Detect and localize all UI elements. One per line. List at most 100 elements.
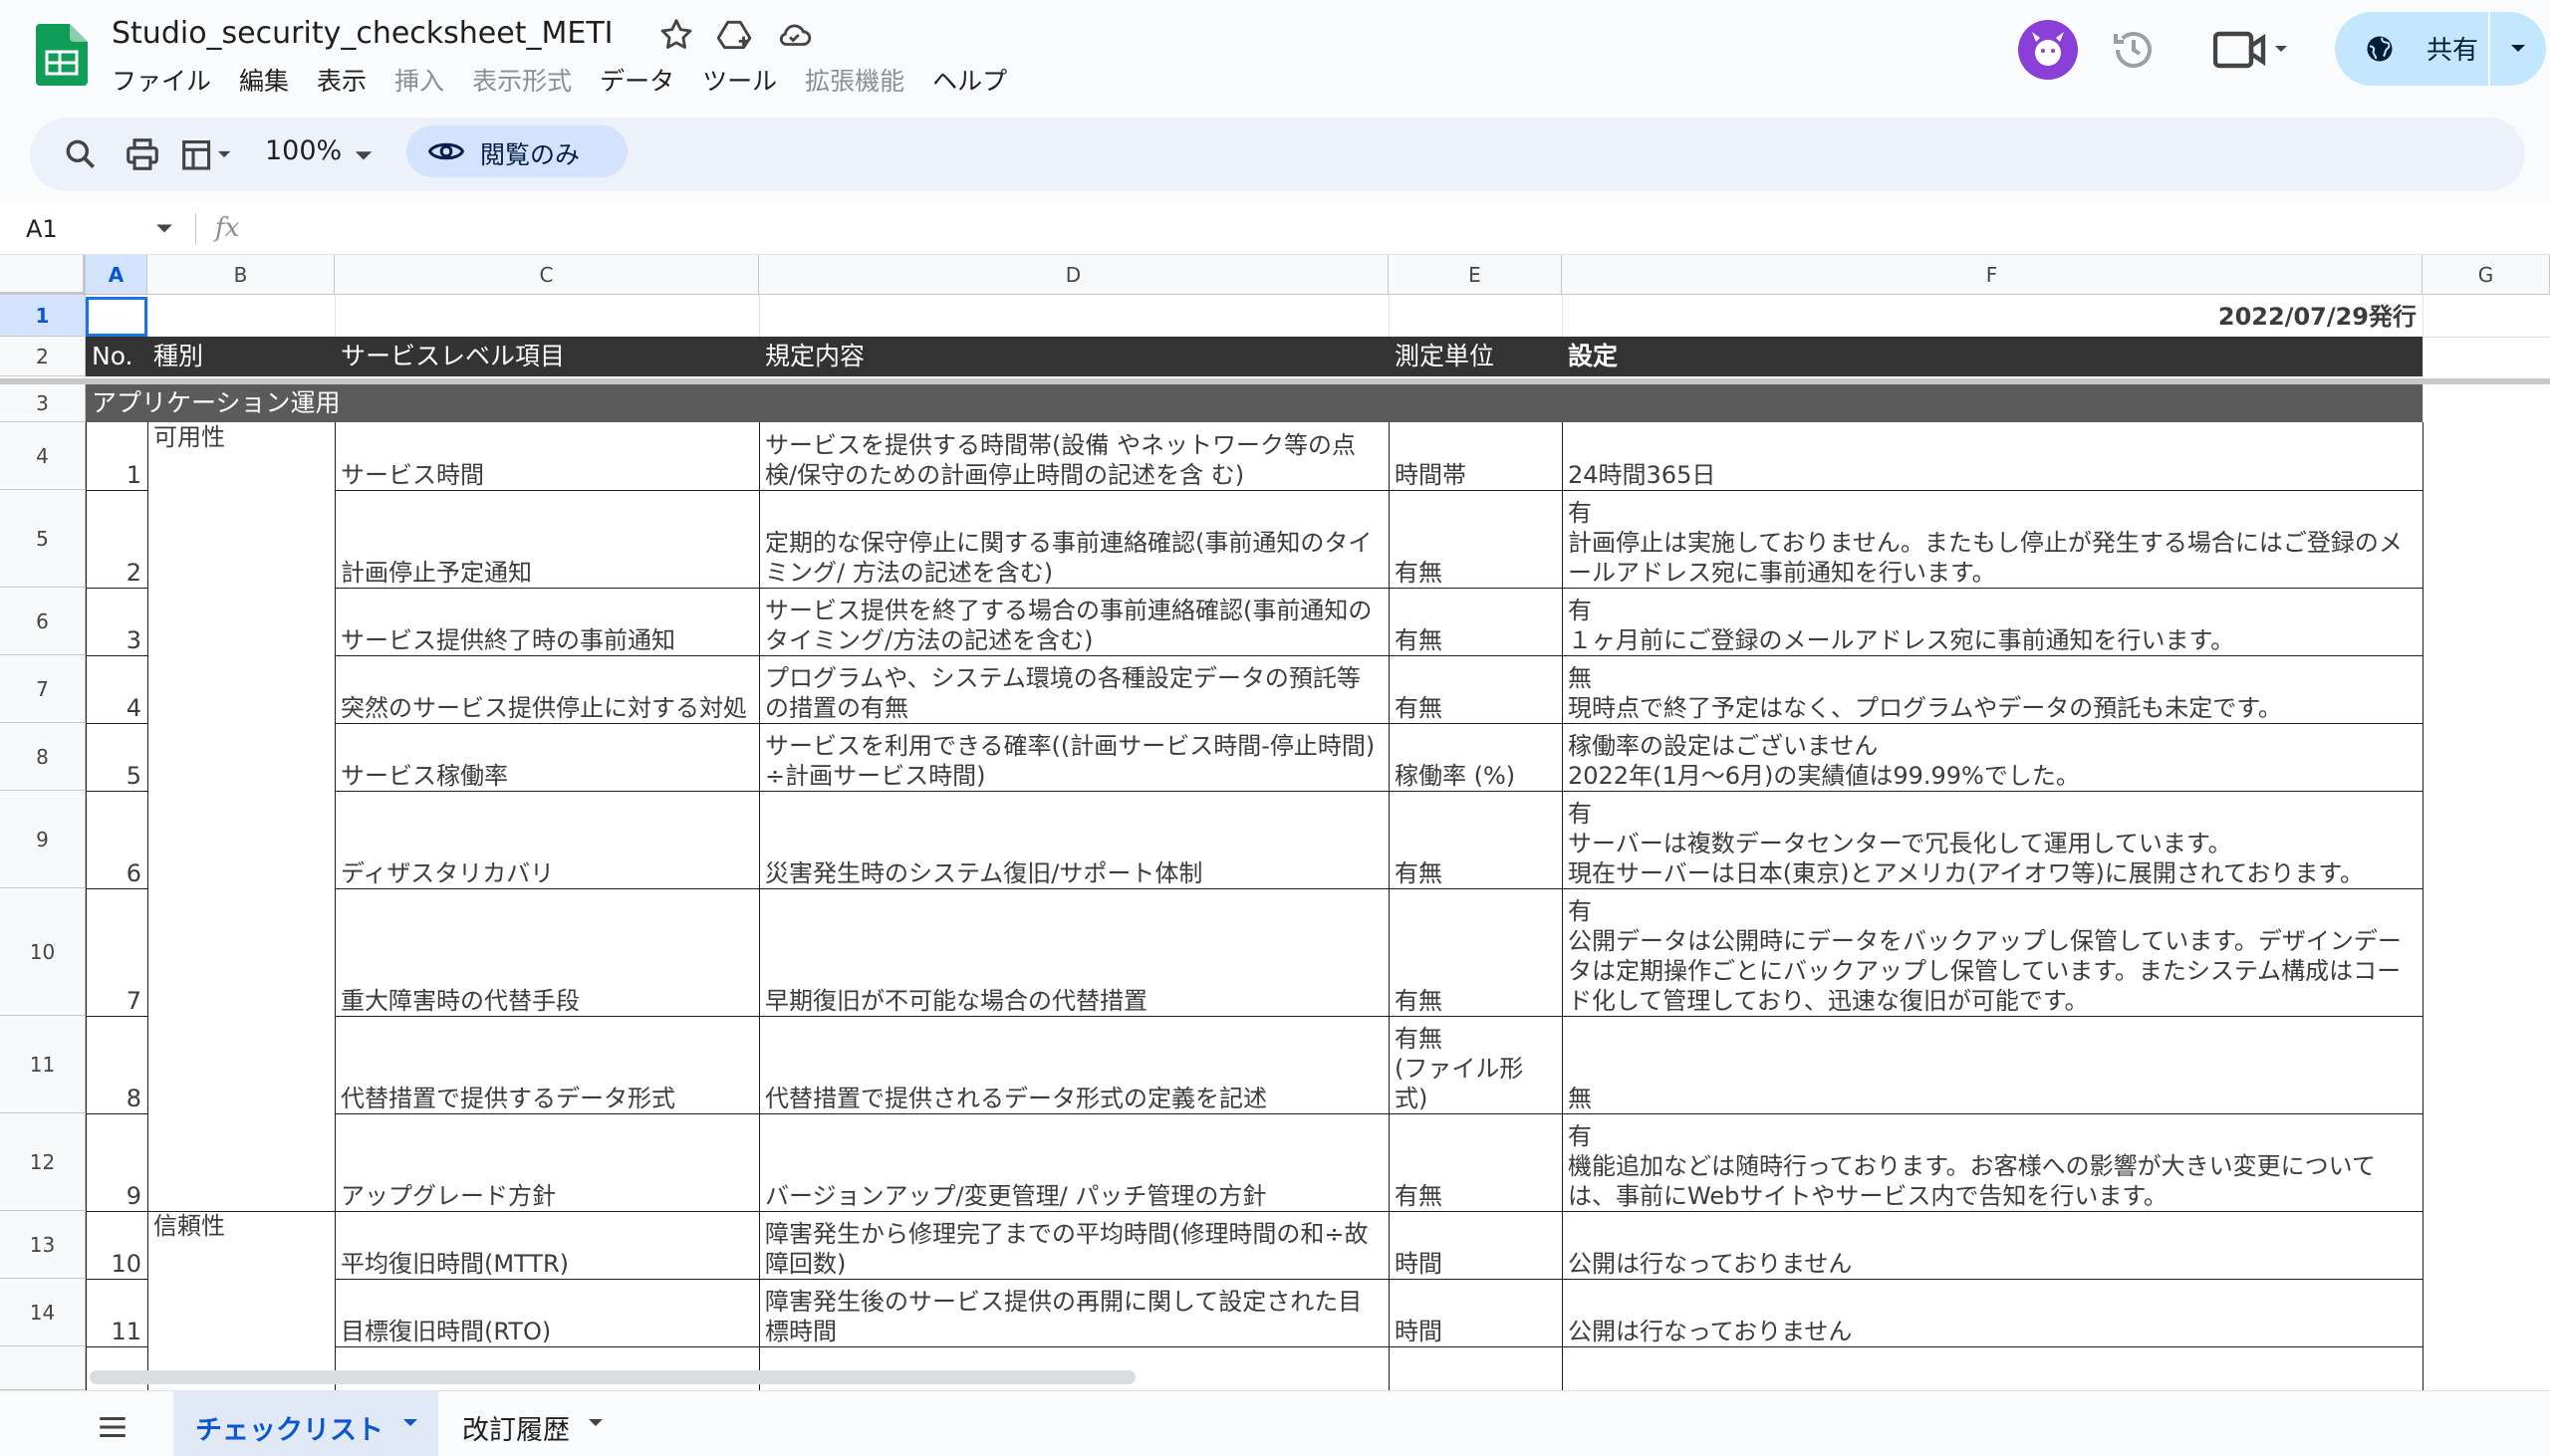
row-header-14[interactable]: 14 bbox=[0, 1279, 86, 1346]
row-header-6[interactable]: 6 bbox=[0, 588, 86, 655]
cell-desc[interactable]: 定期的な保守停止に関する事前連絡確認(事前通知のタイミング/ 方法の記述を含む) bbox=[759, 490, 1389, 588]
cell-setting[interactable]: 公開は行なっておりません bbox=[1562, 1279, 2422, 1346]
select-all-corner[interactable] bbox=[0, 255, 86, 295]
cell-no[interactable]: 7 bbox=[86, 888, 147, 1016]
star-icon[interactable] bbox=[657, 16, 695, 54]
cell-setting[interactable]: 有 機能追加などは随時行っております。お客様への影響が大きい変更については、事前… bbox=[1562, 1113, 2422, 1211]
menu-file[interactable]: ファイル bbox=[112, 62, 227, 98]
print-icon[interactable] bbox=[124, 135, 161, 173]
cell-no[interactable]: 8 bbox=[86, 1016, 147, 1113]
cell-setting[interactable]: 有 計画停止は実施しておりません。またもし停止が発生する場合にはご登録のメールア… bbox=[1562, 490, 2422, 588]
name-box[interactable]: A1 bbox=[26, 215, 58, 243]
row-header-10[interactable]: 10 bbox=[0, 888, 86, 1016]
select-view-icon[interactable] bbox=[179, 135, 235, 173]
cell-item[interactable]: 重大障害時の代替手段 bbox=[335, 888, 759, 1016]
cell-desc[interactable]: 代替措置で提供されるデータ形式の定義を記述 bbox=[759, 1016, 1389, 1113]
cell-item[interactable]: 目標復旧時間(RTO) bbox=[335, 1279, 759, 1346]
row-header-5[interactable]: 5 bbox=[0, 490, 86, 588]
cell-no[interactable]: 5 bbox=[86, 723, 147, 791]
cell-unit[interactable]: 時間 bbox=[1389, 1211, 1562, 1279]
active-cell-a1[interactable] bbox=[86, 297, 147, 337]
cell-no[interactable]: 4 bbox=[86, 655, 147, 723]
cell-item[interactable]: 平均復旧時間(MTTR) bbox=[335, 1211, 759, 1279]
cell-setting[interactable]: 稼働率の設定はございません 2022年(1月〜6月)の実績値は99.99%でした… bbox=[1562, 723, 2422, 791]
sheets-logo-icon[interactable] bbox=[36, 24, 88, 86]
cell-setting[interactable]: 24時間365日 bbox=[1562, 422, 2422, 490]
cell-unit[interactable]: 有無 bbox=[1389, 588, 1562, 655]
row-header-9[interactable]: 9 bbox=[0, 791, 86, 888]
menu-edit[interactable]: 編集 bbox=[239, 62, 305, 98]
cell-no[interactable]: 1 bbox=[86, 422, 147, 490]
menu-insert[interactable]: 挿入 bbox=[394, 62, 460, 98]
row-header-13[interactable]: 13 bbox=[0, 1211, 86, 1279]
row-header-1[interactable]: 1 bbox=[0, 295, 86, 337]
horizontal-scrollbar[interactable] bbox=[90, 1370, 1136, 1384]
cell-desc[interactable]: 障害発生後のサービス提供の再開に関して設定された目標時間 bbox=[759, 1279, 1389, 1346]
column-header-d[interactable]: D bbox=[759, 255, 1389, 295]
name-box-chevron-icon[interactable] bbox=[155, 223, 173, 235]
cell-item[interactable]: 突然のサービス提供停止に対する対処 bbox=[335, 655, 759, 723]
menu-data[interactable]: データ bbox=[600, 62, 690, 98]
cell-unit[interactable]: 有無 bbox=[1389, 888, 1562, 1016]
menu-format[interactable]: 表示形式 bbox=[472, 62, 588, 98]
cell-item[interactable]: サービス提供終了時の事前通知 bbox=[335, 588, 759, 655]
cell-setting[interactable]: 有 １ヶ月前にご登録のメールアドレス宛に事前通知を行います。 bbox=[1562, 588, 2422, 655]
cell-setting[interactable]: 有 公開データは公開時にデータをバックアップし保管しています。デザインデータは定… bbox=[1562, 888, 2422, 1016]
menu-tools[interactable]: ツール bbox=[702, 62, 793, 98]
cell-desc[interactable]: サービスを利用できる確率((計画サービス時間-停止時間)÷計画サービス時間) bbox=[759, 723, 1389, 791]
cell-setting[interactable]: 公開は行なっておりません bbox=[1562, 1211, 2422, 1279]
cell-item[interactable]: 代替措置で提供するデータ形式 bbox=[335, 1016, 759, 1113]
zoom-select[interactable]: 100% bbox=[265, 135, 342, 166]
sheet-tab-2-chevron-icon[interactable] bbox=[588, 1418, 604, 1428]
sheet-tab-revision-history[interactable]: 改訂履歴 bbox=[462, 1408, 570, 1447]
all-sheets-menu-icon[interactable] bbox=[96, 1410, 129, 1444]
cell-item[interactable]: サービス稼働率 bbox=[335, 723, 759, 791]
cell-desc[interactable]: 災害発生時のシステム復旧/サポート体制 bbox=[759, 791, 1389, 888]
cell-desc[interactable]: バージョンアップ/変更管理/ パッチ管理の方針 bbox=[759, 1113, 1389, 1211]
row-header-2[interactable]: 2 bbox=[0, 337, 86, 376]
cell-desc[interactable]: 早期復旧が不可能な場合の代替措置 bbox=[759, 888, 1389, 1016]
cell-item[interactable]: ディザスタリカバリ bbox=[335, 791, 759, 888]
cell-unit[interactable]: 稼働率 (%) bbox=[1389, 723, 1562, 791]
cell-setting[interactable]: 有 サーバーは複数データセンターで冗長化して運用しています。 現在サーバーは日本… bbox=[1562, 791, 2422, 888]
row-header-8[interactable]: 8 bbox=[0, 723, 86, 791]
column-header-c[interactable]: C bbox=[335, 255, 759, 295]
cell-unit[interactable]: 有無 bbox=[1389, 791, 1562, 888]
cell-desc[interactable]: サービス提供を終了する場合の事前連絡確認(事前通知のタイミング/方法の記述を含む… bbox=[759, 588, 1389, 655]
menu-help[interactable]: ヘルプ bbox=[932, 62, 1023, 98]
cell-item[interactable]: サービス時間 bbox=[335, 422, 759, 490]
sheet-tab-chevron-icon[interactable] bbox=[402, 1418, 418, 1428]
row-header-7[interactable]: 7 bbox=[0, 655, 86, 723]
cell-unit[interactable]: 有無 bbox=[1389, 490, 1562, 588]
row-header-3[interactable]: 3 bbox=[0, 384, 86, 422]
menu-extensions[interactable]: 拡張機能 bbox=[805, 62, 920, 98]
zoom-dropdown-chevron-icon[interactable] bbox=[353, 135, 375, 173]
cell-no[interactable]: 9 bbox=[86, 1113, 147, 1211]
version-history-icon[interactable] bbox=[2110, 26, 2158, 74]
column-header-g[interactable]: G bbox=[2422, 255, 2550, 295]
cell-no[interactable]: 3 bbox=[86, 588, 147, 655]
cell-unit[interactable]: 有無 bbox=[1389, 1113, 1562, 1211]
column-header-a[interactable]: A bbox=[86, 255, 147, 295]
spreadsheet-grid[interactable]: A B C D E F G 1 2 3 4 5 6 7 8 9 10 11 12… bbox=[0, 255, 2550, 1390]
cell-desc[interactable]: 障害発生から修理完了までの平均時間(修理時間の和÷故障回数) bbox=[759, 1211, 1389, 1279]
search-menus-icon[interactable] bbox=[62, 135, 100, 173]
row-header-11[interactable]: 11 bbox=[0, 1016, 86, 1113]
column-header-f[interactable]: F bbox=[1562, 255, 2422, 295]
cloud-saved-icon[interactable] bbox=[775, 16, 813, 54]
meet-call-icon[interactable] bbox=[2213, 28, 2293, 72]
cell-item[interactable]: アップグレード方針 bbox=[335, 1113, 759, 1211]
cell-unit[interactable]: 有無 bbox=[1389, 655, 1562, 723]
cell-no[interactable]: 11 bbox=[86, 1279, 147, 1346]
row-header-4[interactable]: 4 bbox=[0, 422, 86, 490]
cell-type[interactable]: 信頼性 bbox=[147, 1211, 335, 1279]
cell-no[interactable]: 2 bbox=[86, 490, 147, 588]
share-dropdown-chevron-icon[interactable] bbox=[2510, 44, 2526, 54]
cell-item[interactable]: 計画停止予定通知 bbox=[335, 490, 759, 588]
document-title[interactable]: Studio_security_checksheet_METI bbox=[112, 16, 614, 51]
cell-setting[interactable]: 無 現時点で終了予定はなく、プログラムやデータの預託も未定です。 bbox=[1562, 655, 2422, 723]
cell-unit[interactable]: 時間 bbox=[1389, 1279, 1562, 1346]
cell-desc[interactable]: サービスを提供する時間帯(設備 やネットワーク等の点検/保守のための計画停止時間… bbox=[759, 422, 1389, 490]
move-to-drive-icon[interactable] bbox=[715, 16, 753, 54]
menu-view[interactable]: 表示 bbox=[317, 62, 382, 98]
